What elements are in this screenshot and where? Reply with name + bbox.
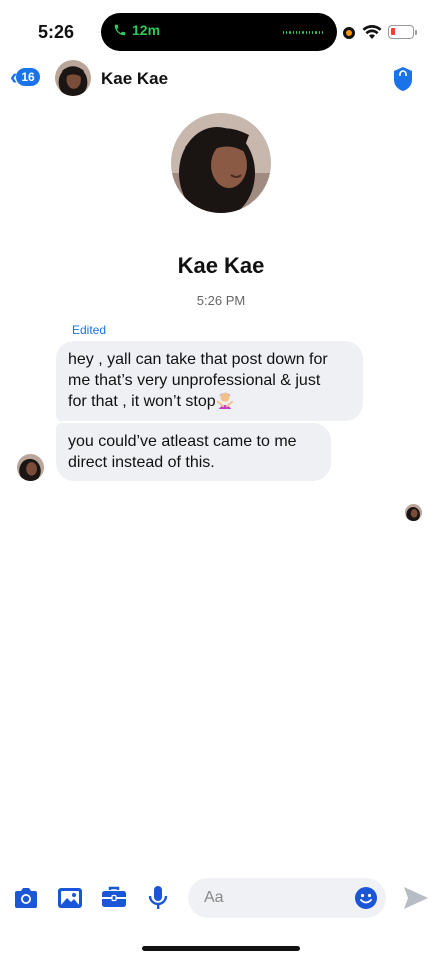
message-line: me that’s very unprofessional & just xyxy=(68,372,321,389)
profile-avatar[interactable] xyxy=(171,113,271,213)
status-time: 5:26 xyxy=(38,22,75,42)
unread-count-badge: 16 xyxy=(16,68,40,86)
conversation-header: ‹ 16 Kae Kae xyxy=(0,56,442,102)
avatar-image xyxy=(55,60,91,96)
home-indicator[interactable] xyxy=(142,946,300,951)
status-bar: 5:26 12m xyxy=(0,0,442,62)
message-line-text: for that , it won’t stop xyxy=(68,393,216,410)
incoming-message-bubble[interactable]: you could’ve atleast came to me direct i… xyxy=(56,423,331,481)
profile-photo xyxy=(171,113,271,213)
message-timestamp: 5:26 PM xyxy=(196,293,246,308)
call-duration: 12m xyxy=(132,22,161,38)
photo-icon xyxy=(58,888,82,908)
read-receipt-avatar xyxy=(405,504,422,521)
privacy-indicator-icon xyxy=(343,27,355,39)
message-composer xyxy=(0,872,442,924)
message-line: direct instead of this. xyxy=(68,454,215,471)
wifi-icon xyxy=(362,25,382,39)
phone-icon xyxy=(114,24,126,36)
shield-icon[interactable] xyxy=(392,66,414,92)
profile-name: Kae Kae xyxy=(177,253,265,278)
sender-avatar[interactable] xyxy=(17,454,44,481)
edited-label[interactable]: Edited xyxy=(72,323,106,337)
back-button[interactable]: ‹ 16 xyxy=(10,66,40,88)
briefcase-icon xyxy=(102,886,126,907)
battery-icon xyxy=(388,25,417,39)
contact-avatar[interactable] xyxy=(55,60,91,96)
audio-waveform-icon xyxy=(283,29,324,35)
avatar-image xyxy=(17,454,44,481)
microphone-button[interactable] xyxy=(144,884,172,912)
person-gesturing-no-emoji xyxy=(216,392,233,409)
message-line: hey , yall can take that post down for xyxy=(68,351,328,368)
camera-icon xyxy=(15,888,37,908)
call-indicator: 12m xyxy=(113,22,160,38)
avatar-image xyxy=(405,504,422,521)
send-arrow-icon[interactable] xyxy=(403,886,429,910)
camera-button[interactable] xyxy=(12,884,40,912)
contact-name[interactable]: Kae Kae xyxy=(101,69,168,89)
message-line-with-emoji: for that , it won’t stop xyxy=(68,391,351,412)
microphone-icon xyxy=(148,886,168,909)
dynamic-island[interactable]: 12m xyxy=(101,13,337,51)
incoming-message-bubble[interactable]: hey , yall can take that post down for m… xyxy=(56,341,363,421)
smiley-icon[interactable] xyxy=(354,886,378,910)
message-input-box[interactable] xyxy=(188,878,386,918)
photo-button[interactable] xyxy=(56,884,84,912)
apps-button[interactable] xyxy=(100,884,128,912)
message-line: you could’ve atleast came to me xyxy=(68,433,297,450)
message-input[interactable] xyxy=(204,887,344,909)
